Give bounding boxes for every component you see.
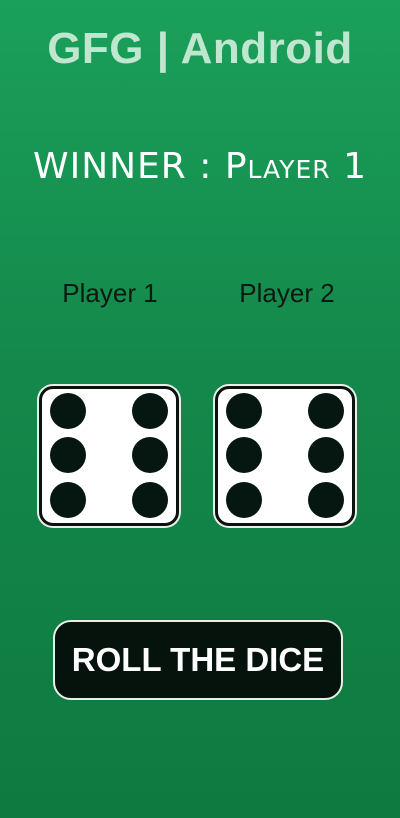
- die-pip: [50, 393, 86, 429]
- die-pip: [308, 393, 344, 429]
- die-pip: [308, 437, 344, 473]
- roll-dice-button[interactable]: ROLL THE DICE: [53, 620, 343, 700]
- die-pip: [132, 393, 168, 429]
- die-pip: [132, 482, 168, 518]
- winner-text: WINNER : Player 1: [32, 146, 367, 187]
- game-screen: GFG | Android WINNER : Player 1 Player 1…: [0, 0, 400, 818]
- die-pip: [50, 437, 86, 473]
- player-2-die: [215, 386, 355, 526]
- player-1-label: Player 1: [62, 278, 158, 308]
- die-pip: [226, 482, 262, 518]
- die-pip: [132, 437, 168, 473]
- app-title: GFG | Android: [47, 24, 353, 73]
- die-pip: [226, 437, 262, 473]
- player-1-die: [39, 386, 179, 526]
- die-pip: [308, 482, 344, 518]
- die-pip: [50, 482, 86, 518]
- player-2-label: Player 2: [239, 278, 335, 308]
- die-pip: [226, 393, 262, 429]
